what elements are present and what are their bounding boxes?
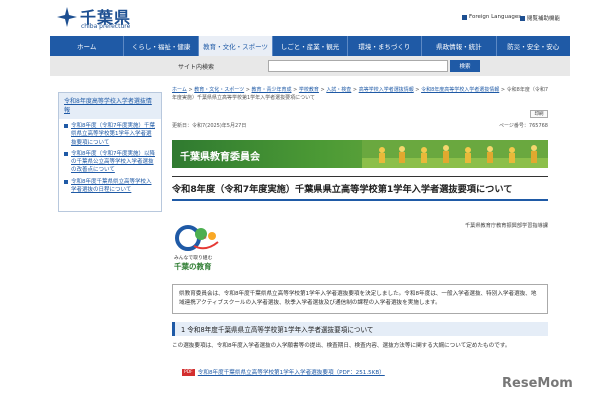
page-title: 令和8年度（令和7年度実施）千葉県県立高等学校第1学年入学者選抜要項について (172, 176, 548, 201)
site-logo-subtitle: chiba prefecture (81, 23, 131, 30)
nav-item-safety[interactable]: 防災・安全・安心 (497, 36, 570, 56)
foreign-languages-label: Foreign Languages (469, 14, 522, 20)
square-bullet-icon (64, 151, 68, 156)
accessibility-label: 閲覧補助機能 (527, 16, 561, 22)
square-bullet-icon (462, 14, 467, 20)
main-content: ホーム > 教育・文化・スポーツ > 教育・青少年育成 > 学校教育 > 入試・… (172, 86, 549, 376)
sidebar-item-selection-guidelines[interactable]: 令和8年度（令和7年度実施）千葉県県立高等学校第1学年入学者選抜要項について (64, 122, 156, 147)
pdf-download-link[interactable]: PDF 令和8年度千葉県県立高等学校第1学年入学者選抜要項（PDF：251.5K… (182, 368, 385, 376)
sidebar: 令和8年度高等学校入学者選抜情報 令和8年度（令和7年度実施）千葉県県立高等学校… (58, 92, 162, 212)
site-header: 千葉県 chiba prefecture Foreign Languages 閲… (50, 0, 570, 36)
accessibility-link[interactable]: 閲覧補助機能 (520, 14, 560, 22)
foreign-languages-link[interactable]: Foreign Languages (462, 14, 521, 20)
search-input[interactable] (268, 60, 448, 72)
chiba-prefecture-logo-icon[interactable] (56, 6, 78, 28)
section-text: この選抜要項は、令和8年度入学者選抜の入学願書等の提出、検査期日、検査内容、選抜… (172, 343, 511, 349)
print-button[interactable]: 印刷 (530, 110, 548, 118)
sidebar-item-label: 令和8年度（令和7年度実施）以降の千葉県公立高等学校入学者選抜の改善点について (71, 150, 155, 174)
square-bullet-icon (64, 124, 68, 128)
breadcrumb-item[interactable]: 教育・青少年育成 (252, 87, 292, 93)
students-photo-icon (362, 140, 548, 168)
nav-item-living[interactable]: くらし・福祉・健康 (124, 36, 199, 56)
sidebar-item-schedule[interactable]: 令和8年度千葉県県立高等学校入学者選抜の日程について (64, 178, 156, 195)
nav-item-work[interactable]: しごと・産業・観光 (273, 36, 348, 56)
board-of-education-banner: 千葉県教育委員会 (172, 140, 548, 168)
global-nav: ホーム くらし・福祉・健康 教育・文化・スポーツ しごと・産業・観光 環境・まち… (50, 36, 570, 56)
breadcrumb-item[interactable]: 入試・検査 (326, 87, 351, 93)
search-bar: サイト内検索 検索 (50, 56, 570, 76)
breadcrumb-item[interactable]: 学校教育 (299, 87, 319, 93)
edu-logo-caption: みんなで取り組む (174, 256, 213, 261)
sidebar-list: 令和8年度（令和7年度実施）千葉県県立高等学校第1学年入学者選抜要項について 令… (59, 119, 161, 200)
department-name: 千葉県教育庁教育振興部学習指導課 (464, 223, 548, 229)
pdf-link-label[interactable]: 令和8年度千葉県県立高等学校第1学年入学者選抜要項（PDF：251.5KB） (198, 368, 385, 376)
sidebar-heading-link[interactable]: 令和8年度高等学校入学者選抜情報 (59, 93, 161, 119)
breadcrumb-item[interactable]: ホーム (172, 87, 187, 93)
sidebar-item-improvements[interactable]: 令和8年度（令和7年度実施）以降の千葉県公立高等学校入学者選抜の改善点について (64, 150, 156, 175)
nav-item-environment[interactable]: 環境・まちづくり (348, 36, 423, 56)
pdf-icon: PDF (182, 368, 195, 376)
sidebar-item-label: 令和8年度（令和7年度実施）千葉県県立高等学校第1学年入学者選抜要項について (71, 123, 155, 146)
breadcrumb-item[interactable]: 教育・文化・スポーツ (194, 87, 244, 93)
section-heading: 1 令和8年度千葉県県立高等学校第1学年入学者選抜要項について (172, 322, 548, 336)
square-bullet-icon (520, 15, 525, 21)
nav-item-home[interactable]: ホーム (50, 36, 125, 56)
search-button[interactable]: 検索 (450, 60, 480, 72)
page-meta: 更新日：令和7(2025)年5月27日 ページ番号：765768 (172, 122, 548, 129)
banner-title: 千葉県教育委員会 (180, 152, 260, 163)
announcement-box: 県教育委員会は、令和8年度千葉県県立高等学校第1学年入学者選抜要項を決定しました… (172, 284, 548, 315)
breadcrumb-item[interactable]: 令和8年度高等学校入学者選抜情報 (421, 87, 499, 93)
resemom-watermark: ReseMom (502, 376, 573, 391)
page-number: ページ番号：765768 (499, 123, 548, 129)
nav-item-education[interactable]: 教育・文化・スポーツ (198, 36, 274, 56)
breadcrumb: ホーム > 教育・文化・スポーツ > 教育・青少年育成 > 学校教育 > 入試・… (172, 87, 549, 101)
square-bullet-icon (64, 179, 68, 184)
edu-logo-title: 千葉の教育 (174, 262, 212, 271)
updated-date: 更新日：令和7(2025)年5月27日 (172, 123, 247, 129)
breadcrumb-item[interactable]: 高等学校入学者選抜情報 (359, 87, 414, 93)
search-label: サイト内検索 (178, 64, 215, 71)
nav-item-government[interactable]: 県政情報・統計 (422, 36, 497, 56)
sidebar-item-label: 令和8年度千葉県県立高等学校入学者選抜の日程について (71, 178, 152, 193)
